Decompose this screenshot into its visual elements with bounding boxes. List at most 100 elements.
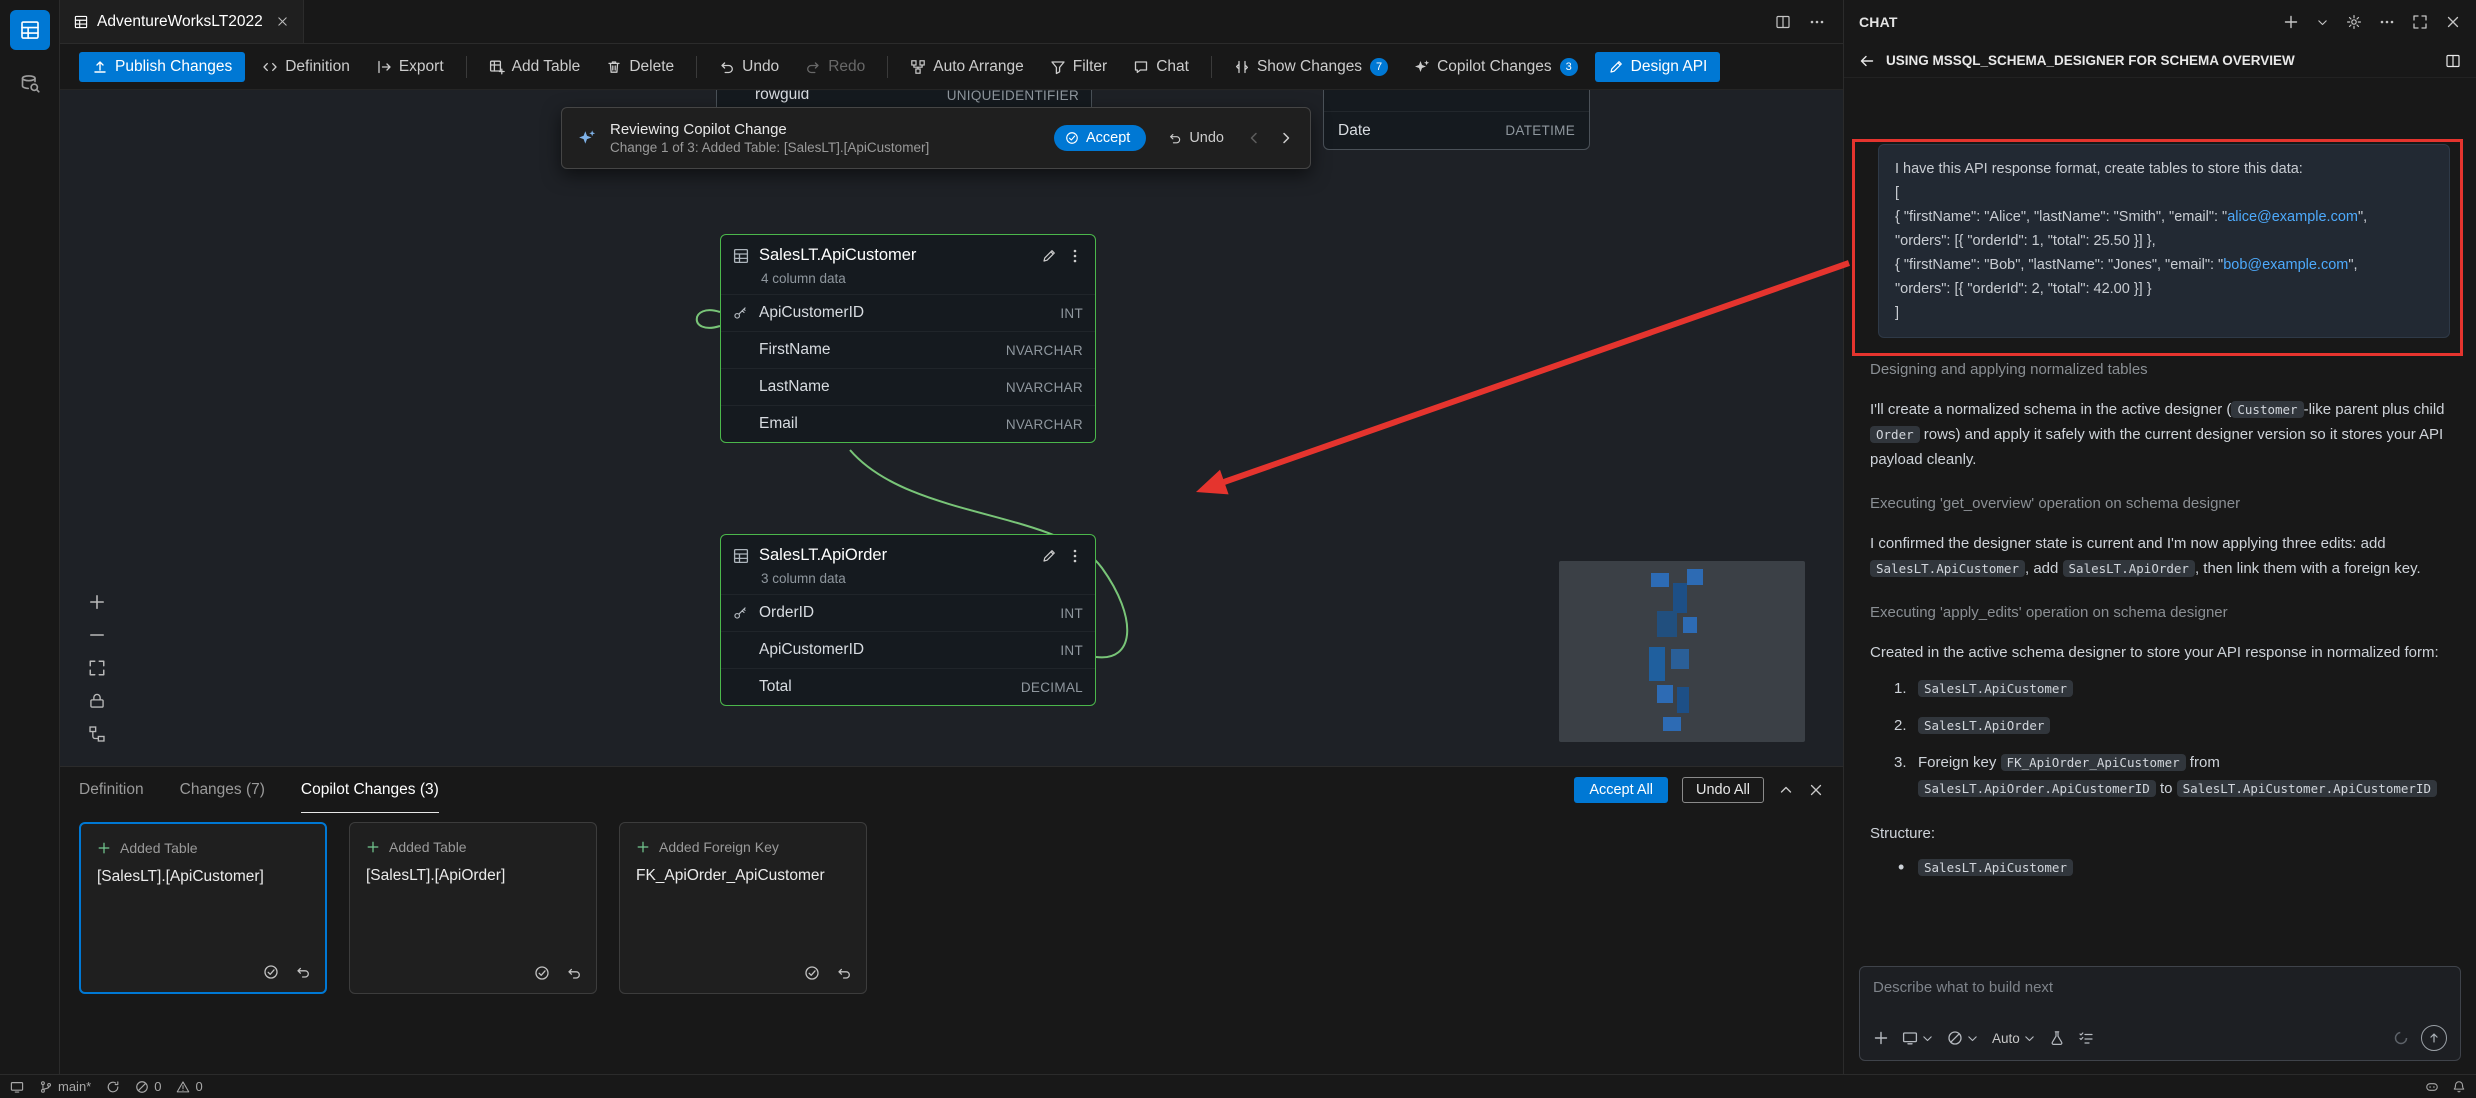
column-type: NVARCHAR	[1006, 380, 1083, 395]
chat-input-box[interactable]: Auto	[1859, 966, 2461, 1061]
chat-settings-icon[interactable]	[2346, 14, 2362, 30]
table-row[interactable]: Total DECIMAL	[721, 668, 1095, 705]
maximize-panel-icon[interactable]	[2412, 14, 2428, 30]
collapse-panel-icon[interactable]	[1778, 782, 1794, 798]
more-actions-icon[interactable]	[1809, 14, 1825, 30]
accept-change-icon[interactable]	[263, 964, 279, 980]
undo-change-button[interactable]: Undo	[1168, 130, 1224, 146]
list-item: 3.Foreign key FK_ApiOrder_ApiCustomer fr…	[1870, 750, 2450, 802]
sync-icon[interactable]	[106, 1080, 120, 1094]
minimap[interactable]	[1559, 561, 1805, 742]
table-designer-icon	[20, 20, 40, 40]
table-node-apiorder[interactable]: SalesLT.ApiOrder 3 column data OrderID I…	[720, 534, 1096, 706]
zoom-out-icon[interactable]	[88, 626, 106, 644]
schema-canvas[interactable]: rowguid UNIQUEIDENTIFIER Date DATETIME R…	[60, 90, 1843, 766]
toolbar-separator	[466, 56, 467, 78]
accept-change-button[interactable]: Accept	[1054, 125, 1146, 151]
edit-table-icon[interactable]	[1041, 248, 1057, 264]
change-card-apiorder[interactable]: Added Table [SalesLT].[ApiOrder]	[349, 822, 597, 994]
definition-button[interactable]: Definition	[253, 53, 359, 81]
table-row[interactable]: ApiCustomerID INT	[721, 631, 1095, 668]
split-editor-icon[interactable]	[1775, 14, 1791, 30]
discard-change-icon[interactable]	[836, 965, 852, 981]
agent-mode-picker[interactable]	[1902, 1030, 1934, 1046]
tab-definition[interactable]: Definition	[79, 767, 144, 813]
table-node-apicustomer[interactable]: SalesLT.ApiCustomer 4 column data ApiCus…	[720, 234, 1096, 443]
edit-table-icon[interactable]	[1041, 548, 1057, 564]
change-card-foreignkey[interactable]: Added Foreign Key FK_ApiOrder_ApiCustome…	[619, 822, 867, 994]
add-table-icon	[489, 59, 505, 75]
chat-input[interactable]	[1873, 979, 2447, 996]
next-change-icon[interactable]	[1278, 130, 1294, 146]
tab-copilot-changes[interactable]: Copilot Changes (3)	[301, 767, 439, 813]
list-item: 2.SalesLT.ApiOrder	[1870, 713, 2450, 739]
table-row[interactable]: LastName NVARCHAR	[721, 368, 1095, 405]
send-button[interactable]	[2421, 1025, 2447, 1051]
add-table-button[interactable]: Add Table	[480, 53, 590, 81]
table-row[interactable]: OrderID INT	[721, 594, 1095, 631]
tab-changes[interactable]: Changes (7)	[180, 767, 265, 813]
undo-button[interactable]: Undo	[710, 53, 788, 81]
show-changes-button[interactable]: Show Changes7	[1225, 53, 1397, 81]
close-chat-icon[interactable]	[2445, 14, 2461, 30]
auto-layout-icon[interactable]	[88, 725, 106, 743]
discard-change-icon[interactable]	[295, 964, 311, 980]
copilot-icon[interactable]	[2425, 1080, 2439, 1094]
accept-all-button[interactable]: Accept All	[1574, 777, 1668, 803]
table-row[interactable]: Email NVARCHAR	[721, 405, 1095, 442]
editor-tab-adventureworks[interactable]: AdventureWorksLT2022	[60, 0, 304, 43]
design-api-button[interactable]: Design API	[1595, 52, 1721, 82]
delete-label: Delete	[629, 58, 674, 76]
change-card-apicustomer[interactable]: Added Table [SalesLT].[ApiCustomer]	[79, 822, 327, 994]
accept-change-icon[interactable]	[534, 965, 550, 981]
tab-close-icon[interactable]	[276, 13, 289, 31]
sparkle-icon	[1414, 59, 1430, 75]
table-menu-icon[interactable]	[1067, 548, 1083, 564]
bullet-item: •SalesLT.ApiCustomer	[1870, 859, 2450, 876]
filter-button[interactable]: Filter	[1041, 53, 1116, 81]
lock-canvas-icon[interactable]	[88, 692, 106, 710]
undo-all-button[interactable]: Undo All	[1682, 777, 1764, 803]
table-row[interactable]: FirstName NVARCHAR	[721, 331, 1095, 368]
chat-conversation[interactable]: I have this API response format, create …	[1844, 78, 2476, 956]
table-menu-icon[interactable]	[1067, 248, 1083, 264]
activity-schema-designer[interactable]	[10, 10, 50, 50]
auto-arrange-button[interactable]: Auto Arrange	[901, 53, 1032, 81]
bell-icon[interactable]	[2452, 1080, 2466, 1094]
email-link[interactable]: bob@example.com	[2223, 257, 2348, 273]
warning-count[interactable]: 0	[176, 1079, 202, 1094]
new-chat-icon[interactable]	[2283, 14, 2299, 30]
tools-icon[interactable]	[2049, 1030, 2065, 1046]
auto-arrange-label: Auto Arrange	[933, 58, 1023, 76]
text: I'll create a normalized schema in the a…	[1870, 401, 2231, 418]
email-link[interactable]: alice@example.com	[2227, 209, 2358, 225]
copilot-changes-button[interactable]: Copilot Changes3	[1405, 53, 1587, 81]
redo-button[interactable]: Redo	[796, 53, 874, 81]
close-panel-icon[interactable]	[1808, 782, 1824, 798]
model-picker[interactable]: Auto	[1992, 1031, 2036, 1046]
chat-more-icon[interactable]	[2379, 14, 2395, 30]
chat-button[interactable]: Chat	[1124, 53, 1198, 81]
minimap-block	[1651, 573, 1669, 587]
zoom-fit-icon[interactable]	[88, 659, 106, 677]
chat-dropdown-icon[interactable]	[2316, 16, 2329, 29]
back-icon[interactable]	[1859, 53, 1875, 69]
activity-database-search[interactable]	[10, 64, 50, 104]
instructions-icon[interactable]	[2078, 1030, 2094, 1046]
open-session-icon[interactable]	[2445, 53, 2461, 69]
auto-arrange-icon	[910, 59, 926, 75]
table-row[interactable]: ApiCustomerID INT	[721, 294, 1095, 331]
remote-window-icon[interactable]	[10, 1080, 24, 1094]
discard-change-icon[interactable]	[566, 965, 582, 981]
export-button[interactable]: Export	[367, 53, 453, 81]
attach-context-icon[interactable]	[1873, 1030, 1889, 1046]
previous-change-icon[interactable]	[1246, 130, 1262, 146]
code-chip: SalesLT.ApiCustomer	[1870, 560, 2025, 577]
zoom-in-icon[interactable]	[88, 593, 106, 611]
context-picker[interactable]	[1947, 1030, 1979, 1046]
delete-button[interactable]: Delete	[597, 53, 683, 81]
git-branch-indicator[interactable]: main*	[39, 1079, 91, 1094]
accept-change-icon[interactable]	[804, 965, 820, 981]
error-count[interactable]: 0	[135, 1079, 161, 1094]
publish-changes-button[interactable]: Publish Changes	[79, 52, 245, 82]
